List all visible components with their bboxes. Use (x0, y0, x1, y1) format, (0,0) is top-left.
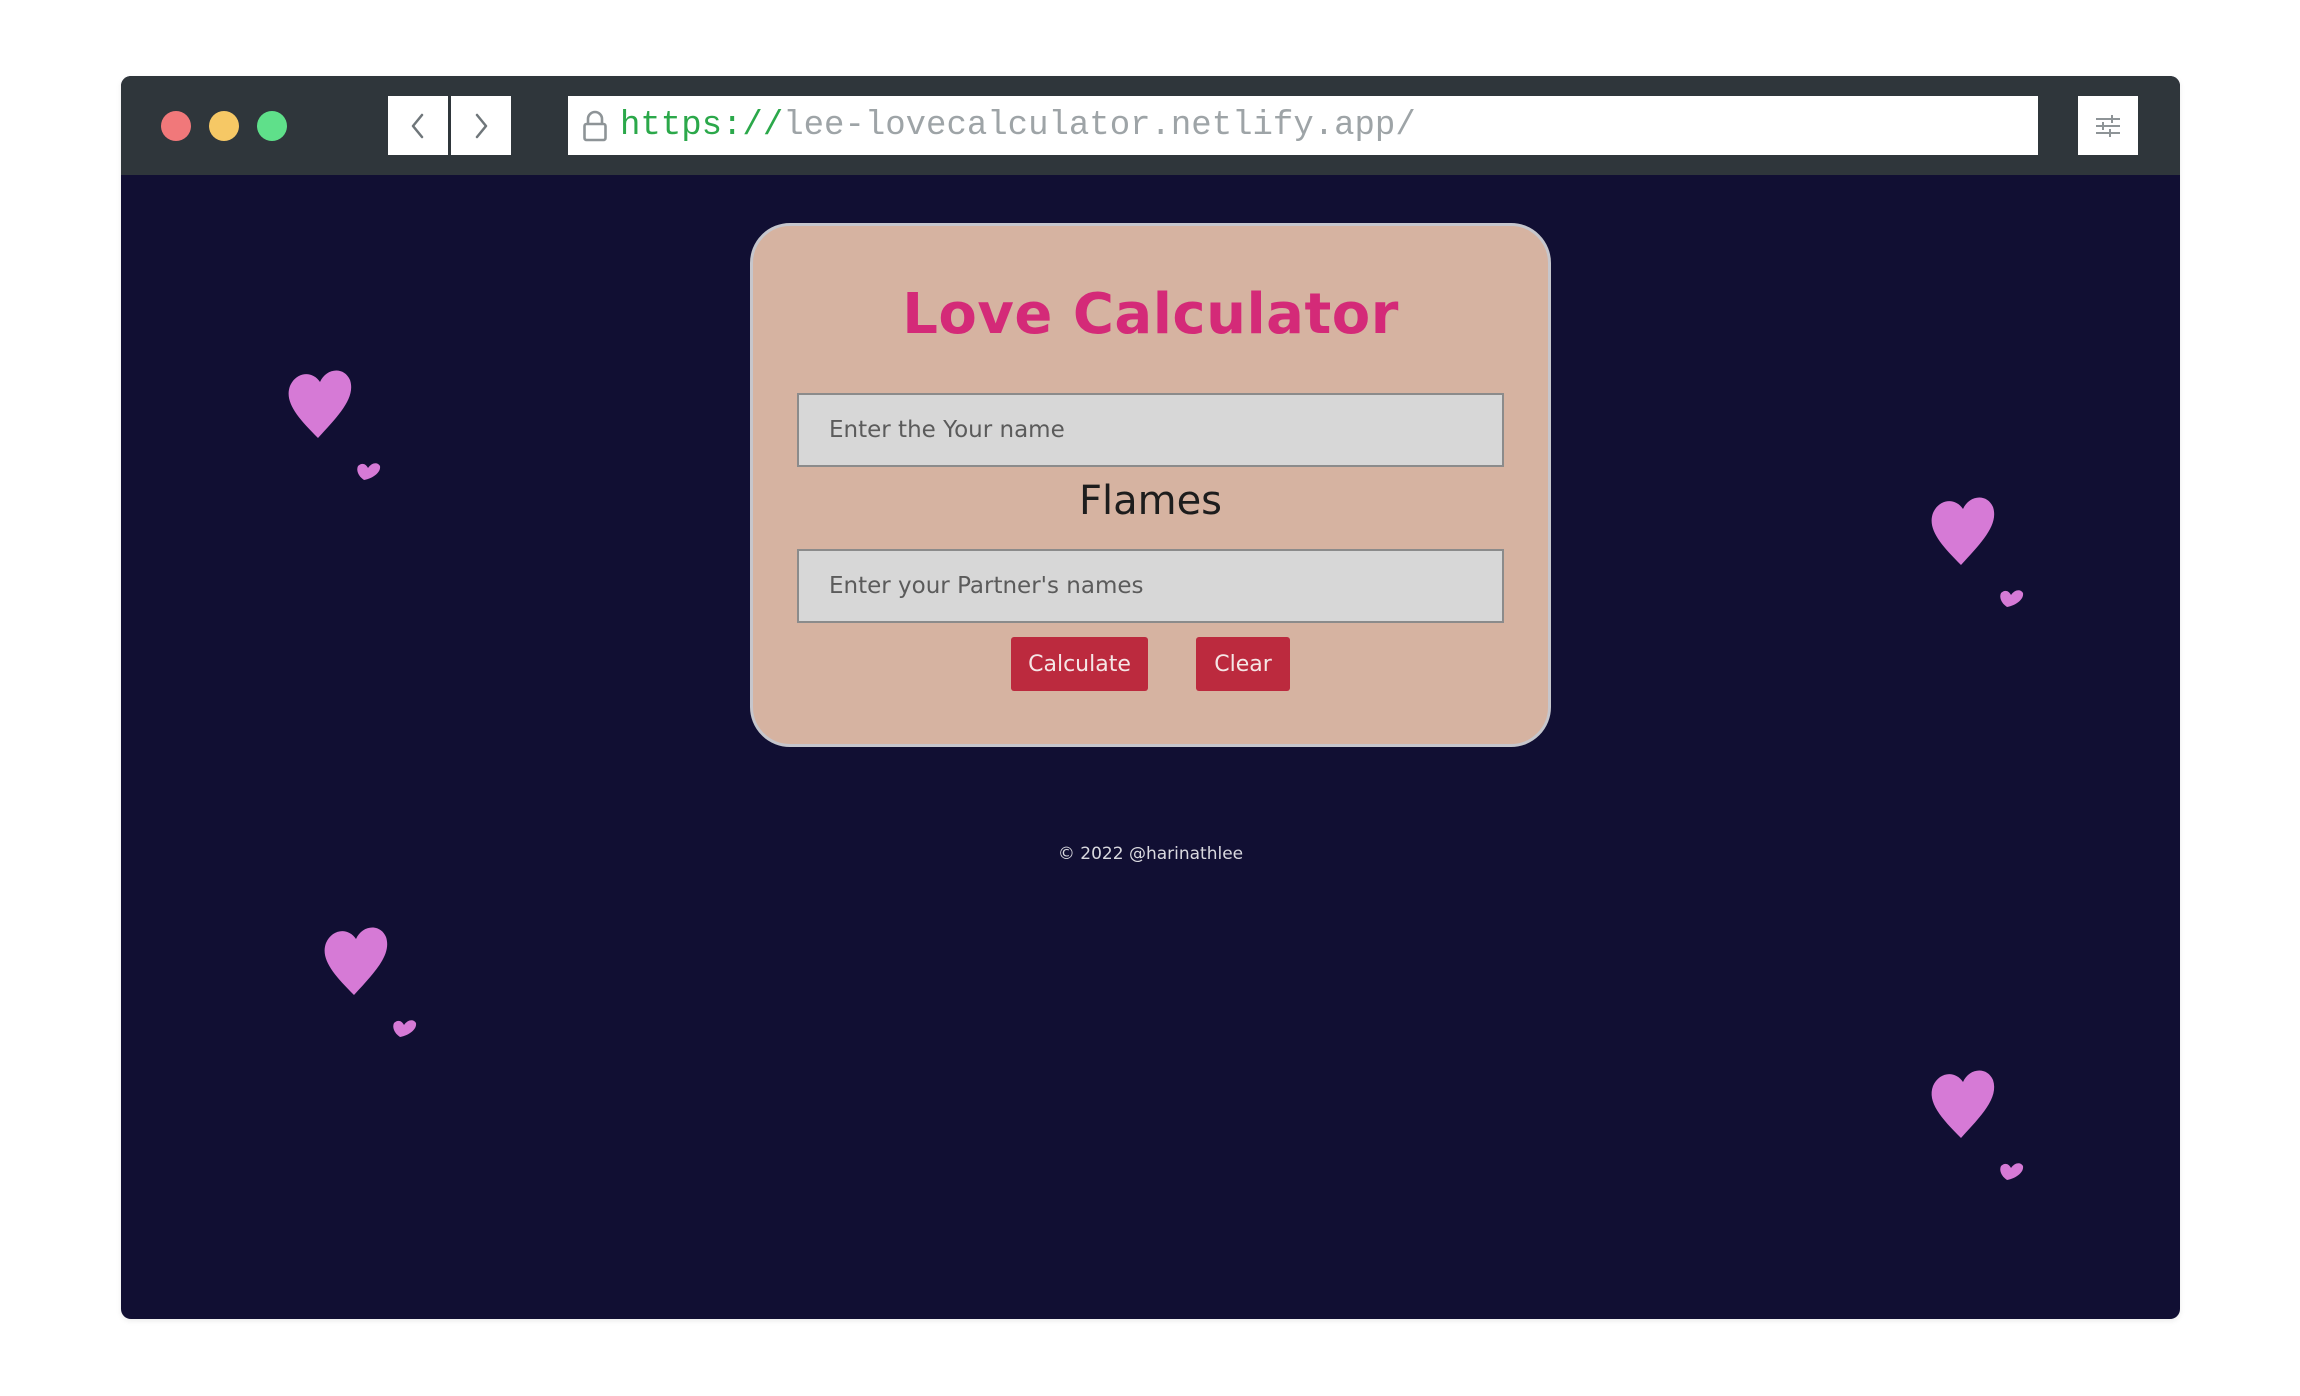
address-bar[interactable]: https://lee-lovecalculator.netlify.app/ (568, 96, 2038, 155)
sliders-icon (2096, 114, 2120, 137)
chevron-right-icon (475, 113, 488, 138)
browser-window: https://lee-lovecalculator.netlify.app/ (121, 76, 2180, 1319)
calculator-card: Love Calculator Flames Calculate Clear (750, 223, 1551, 747)
partner-name-input[interactable] (797, 549, 1504, 623)
url-scheme: https:// (620, 106, 784, 145)
heart-icon (288, 370, 381, 480)
heart-icon (1931, 497, 2024, 607)
calculate-button[interactable]: Calculate (1011, 637, 1148, 691)
minimize-window-button[interactable] (209, 111, 239, 141)
back-button[interactable] (388, 96, 448, 155)
heart-icon (324, 927, 417, 1037)
settings-button[interactable] (2078, 96, 2138, 155)
browser-toolbar: https://lee-lovecalculator.netlify.app/ (121, 76, 2180, 175)
flames-label: Flames (1078, 478, 1223, 524)
chevron-left-icon (411, 113, 424, 138)
maximize-window-button[interactable] (257, 111, 287, 141)
heart-icon (1931, 1070, 2024, 1180)
url-host: lee-lovecalculator.netlify.app/ (783, 106, 1416, 145)
close-window-button[interactable] (161, 111, 191, 141)
lock-icon (583, 110, 607, 141)
page-title: Love Calculator (902, 282, 1399, 347)
clear-button[interactable]: Clear (1196, 637, 1290, 691)
forward-button[interactable] (451, 96, 511, 155)
footer-copyright: © 2022 @harinathlee (1057, 844, 1244, 864)
your-name-input[interactable] (797, 393, 1504, 467)
